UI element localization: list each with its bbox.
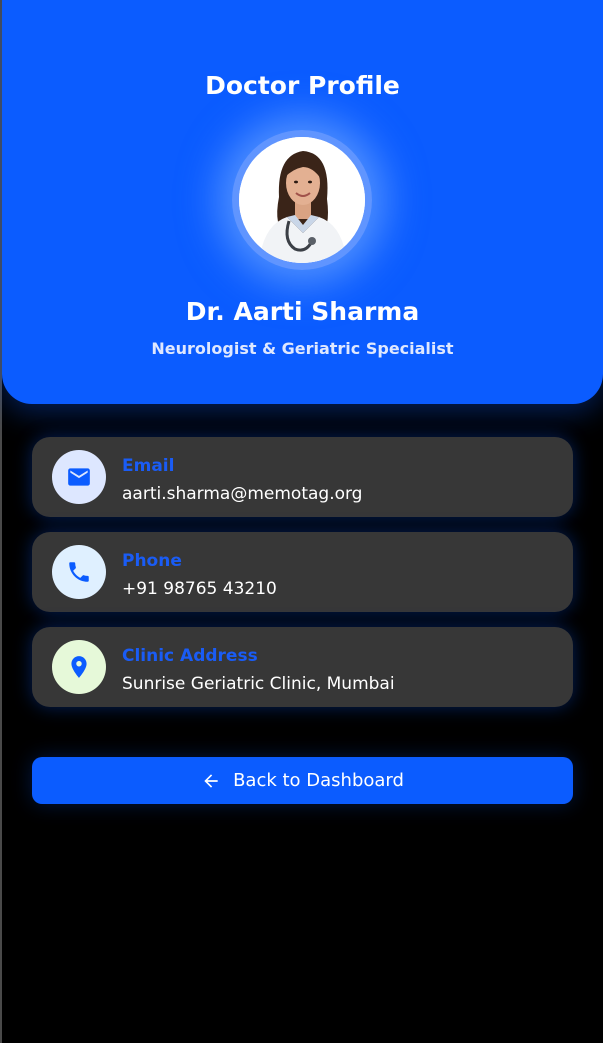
page-title: Doctor Profile bbox=[205, 71, 400, 100]
phone-icon-badge bbox=[52, 545, 106, 599]
doctor-specialty: Neurologist & Geriatric Specialist bbox=[151, 339, 454, 358]
clinic-address-value[interactable]: Sunrise Geriatric Clinic, Mumbai bbox=[122, 673, 395, 695]
doctor-name: Dr. Aarti Sharma bbox=[185, 297, 420, 326]
doctor-portrait-icon bbox=[239, 137, 365, 263]
back-to-dashboard-label: Back to Dashboard bbox=[233, 769, 404, 791]
email-card[interactable]: Email aarti.sharma@memotag.org bbox=[32, 437, 573, 517]
email-label: Email bbox=[122, 456, 175, 476]
avatar bbox=[239, 137, 365, 263]
back-to-dashboard-button[interactable]: Back to Dashboard bbox=[32, 757, 573, 804]
phone-card[interactable]: Phone +91 98765 43210 bbox=[32, 532, 573, 612]
clinic-address-card[interactable]: Clinic Address Sunrise Geriatric Clinic,… bbox=[32, 627, 573, 707]
phone-icon bbox=[69, 562, 89, 582]
location-pin-icon-badge bbox=[52, 640, 106, 694]
phone-label: Phone bbox=[122, 551, 182, 571]
clinic-address-label: Clinic Address bbox=[122, 646, 258, 666]
email-value[interactable]: aarti.sharma@memotag.org bbox=[122, 483, 362, 505]
phone-value[interactable]: +91 98765 43210 bbox=[122, 578, 277, 600]
mail-icon bbox=[68, 468, 90, 486]
profile-header: Doctor Profile Dr. Aarti Sharma Neurolog… bbox=[2, 0, 603, 404]
arrow-left-icon bbox=[204, 773, 218, 788]
location-pin-icon bbox=[71, 656, 87, 678]
mail-icon-badge bbox=[52, 450, 106, 504]
